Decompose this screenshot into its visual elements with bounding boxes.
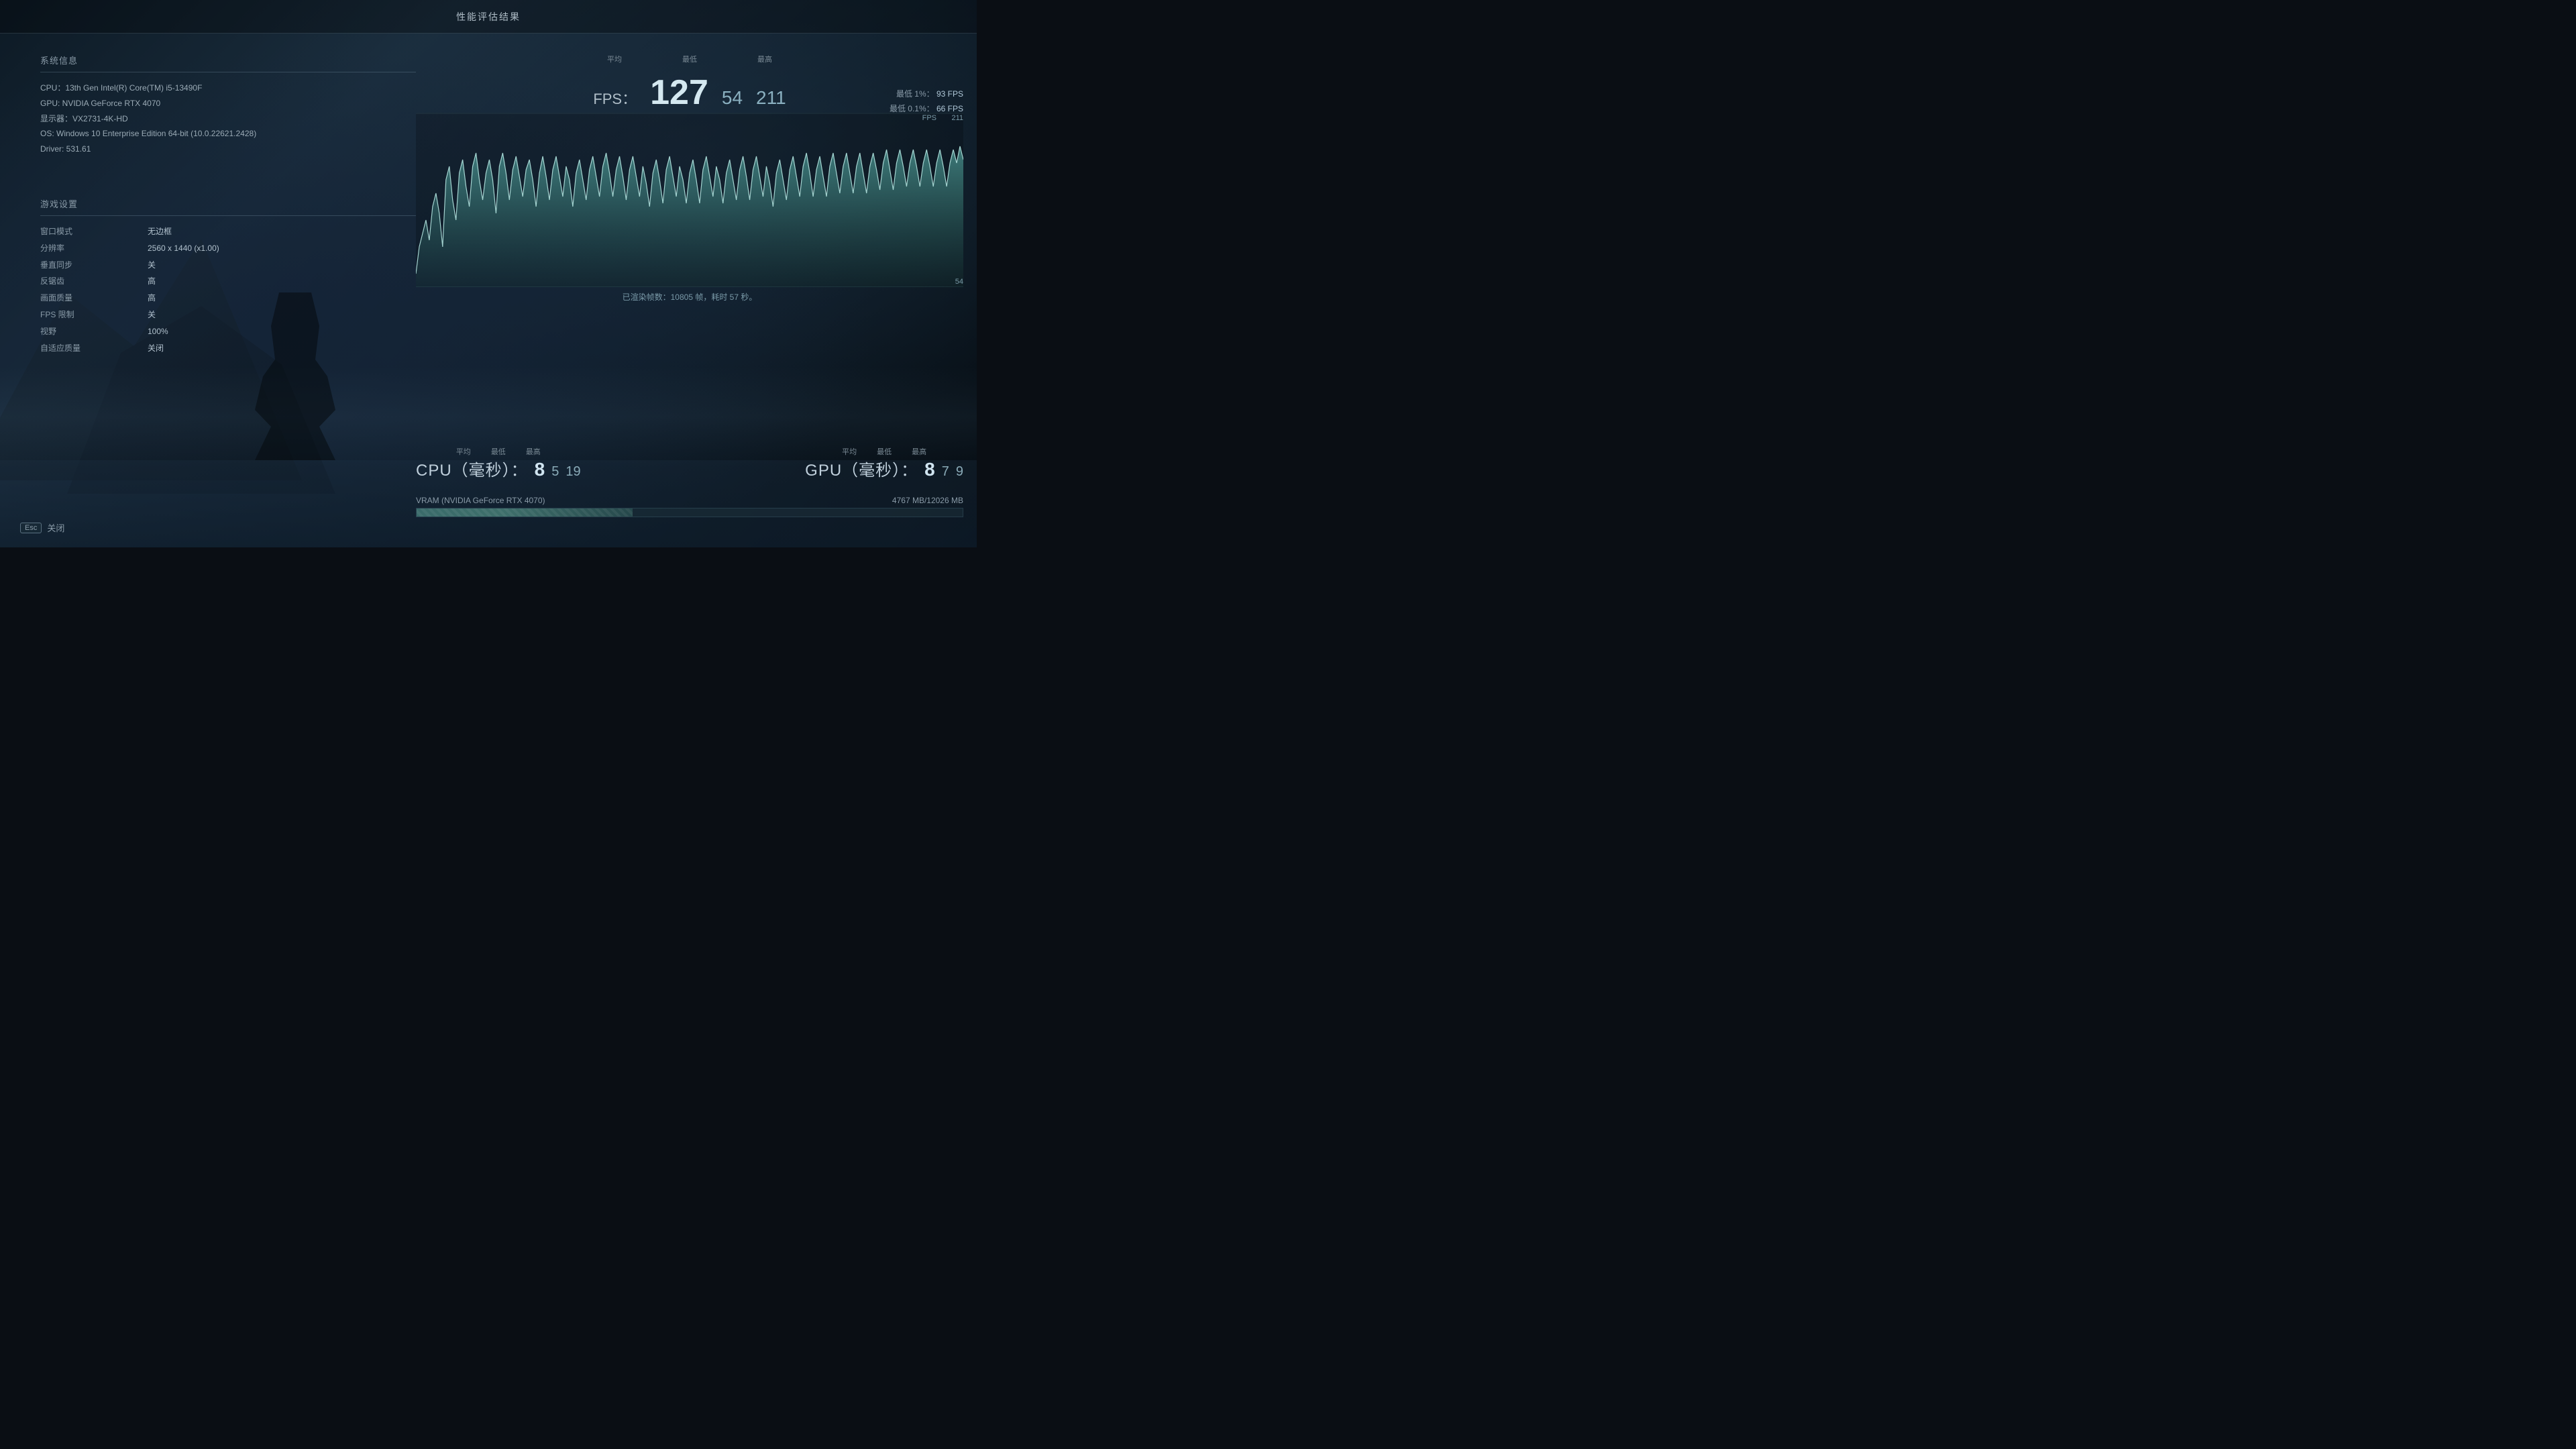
vram-bar-background bbox=[416, 508, 963, 517]
fov-label: 视野 bbox=[40, 324, 148, 339]
percentile-01-label: 最低 0.1%： bbox=[890, 104, 934, 113]
os-row: OS: Windows 10 Enterprise Edition 64-bit… bbox=[40, 126, 416, 142]
cpu-stats-header: 平均 最低 最高 bbox=[456, 446, 541, 457]
title-bar: 性能评估结果 bbox=[0, 0, 977, 34]
gpu-min: 7 bbox=[942, 464, 949, 480]
gpu-stats-header: 平均 最低 最高 bbox=[842, 446, 926, 457]
cpu-row: CPU：13th Gen Intel(R) Core(TM) i5-13490F bbox=[40, 80, 416, 96]
fps-chart: FPS 211 54 bbox=[416, 113, 963, 287]
gpu-max-label: 最高 bbox=[912, 446, 926, 457]
fps-avg: 127 bbox=[650, 75, 708, 110]
fps-chart-svg bbox=[416, 113, 963, 287]
gpu-min-label: 最低 bbox=[877, 446, 892, 457]
esc-key[interactable]: Esc bbox=[20, 523, 42, 533]
bottom-metrics: 平均 最低 最高 CPU（毫秒）： 8 5 19 平均 最低 最高 GPU（毫秒… bbox=[416, 446, 963, 480]
fps-main-display: FPS： 127 54 211 bbox=[416, 75, 963, 110]
aa-label: 反锯齿 bbox=[40, 274, 148, 289]
cpu-min: 5 bbox=[551, 464, 559, 480]
vram-header: VRAM (NVIDIA GeForce RTX 4070) 4767 MB/1… bbox=[416, 496, 963, 505]
vram-section: VRAM (NVIDIA GeForce RTX 4070) 4767 MB/1… bbox=[416, 496, 963, 517]
resolution-label: 分辨率 bbox=[40, 241, 148, 256]
gpu-metric-block: GPU（毫秒）： 8 7 9 bbox=[805, 457, 963, 480]
fov-value: 100% bbox=[148, 324, 416, 339]
driver-row: Driver: 531.61 bbox=[40, 142, 416, 157]
fps-header-labels: 平均 最低 最高 bbox=[416, 54, 963, 64]
min-label: 最低 bbox=[682, 54, 697, 64]
gpu-max: 9 bbox=[956, 464, 963, 480]
gpu-row: GPU: NVIDIA GeForce RTX 4070 bbox=[40, 96, 416, 111]
left-panel: 系统信息 CPU：13th Gen Intel(R) Core(TM) i5-1… bbox=[40, 54, 416, 356]
fps-label: FPS： bbox=[593, 87, 637, 109]
right-panel: 平均 最低 最高 FPS： 127 54 211 FPS 211 54 bbox=[416, 54, 963, 303]
gpu-metrics: 平均 最低 最高 GPU（毫秒）： 8 7 9 bbox=[805, 446, 963, 480]
percentile-1-row: 最低 1%： 93 FPS bbox=[890, 87, 963, 102]
settings-section: 游戏设置 窗口模式 无边框 分辨率 2560 x 1440 (x1.00) 垂直… bbox=[40, 197, 416, 356]
gpu-label: GPU（毫秒）： bbox=[805, 457, 918, 480]
adaptive-quality-value: 关闭 bbox=[148, 341, 416, 356]
vsync-value: 关 bbox=[148, 258, 416, 273]
vram-bar-stripes bbox=[417, 508, 633, 517]
cpu-avg-label: 平均 bbox=[456, 446, 471, 457]
fps-max: 211 bbox=[756, 87, 786, 109]
percentile-1-value: 93 FPS bbox=[936, 89, 963, 99]
cpu-max-label: 最高 bbox=[526, 446, 541, 457]
page-title: 性能评估结果 bbox=[456, 10, 521, 23]
cpu-metric-block: CPU（毫秒）： 8 5 19 bbox=[416, 457, 581, 480]
render-info: 已渲染帧数：10805 帧，耗时 57 秒。 bbox=[416, 291, 963, 303]
quality-label: 画面质量 bbox=[40, 290, 148, 306]
cpu-avg: 8 bbox=[535, 459, 545, 480]
aa-value: 高 bbox=[148, 274, 416, 289]
ui-overlay: 性能评估结果 系统信息 CPU：13th Gen Intel(R) Core(T… bbox=[0, 0, 977, 547]
gpu-avg-label: 平均 bbox=[842, 446, 857, 457]
max-label: 最高 bbox=[757, 54, 772, 64]
cpu-label: CPU（毫秒）： bbox=[416, 457, 528, 480]
avg-label: 平均 bbox=[607, 54, 622, 64]
settings-grid: 窗口模式 无边框 分辨率 2560 x 1440 (x1.00) 垂直同步 关 … bbox=[40, 224, 416, 356]
game-settings-title: 游戏设置 bbox=[40, 197, 416, 216]
cpu-info: CPU：13th Gen Intel(R) Core(TM) i5-13490F… bbox=[40, 80, 416, 157]
resolution-value: 2560 x 1440 (x1.00) bbox=[148, 241, 416, 256]
system-info-title: 系统信息 bbox=[40, 54, 416, 72]
cpu-min-label: 最低 bbox=[491, 446, 506, 457]
vram-value: 4767 MB/12026 MB bbox=[892, 496, 963, 505]
fps-limit-value: 关 bbox=[148, 307, 416, 323]
percentile-01-value: 66 FPS bbox=[936, 104, 963, 113]
fps-chart-min-label: 54 bbox=[955, 278, 963, 286]
display-row: 显示器：VX2731-4K-HD bbox=[40, 111, 416, 127]
vram-label: VRAM (NVIDIA GeForce RTX 4070) bbox=[416, 496, 545, 505]
percentile-stats: 最低 1%： 93 FPS 最低 0.1%： 66 FPS bbox=[890, 87, 963, 116]
window-mode-value: 无边框 bbox=[148, 224, 416, 239]
adaptive-quality-label: 自适应质量 bbox=[40, 341, 148, 356]
close-button[interactable]: Esc 关闭 bbox=[20, 521, 64, 534]
gpu-avg: 8 bbox=[924, 459, 935, 480]
close-label: 关闭 bbox=[47, 521, 64, 534]
fps-min: 54 bbox=[722, 87, 743, 109]
window-mode-label: 窗口模式 bbox=[40, 224, 148, 239]
quality-value: 高 bbox=[148, 290, 416, 306]
vsync-label: 垂直同步 bbox=[40, 258, 148, 273]
percentile-1-label: 最低 1%： bbox=[896, 89, 934, 99]
vram-bar-fill bbox=[417, 508, 633, 517]
fps-limit-label: FPS 限制 bbox=[40, 307, 148, 323]
percentile-01-row: 最低 0.1%： 66 FPS bbox=[890, 102, 963, 117]
cpu-max: 19 bbox=[566, 464, 580, 480]
cpu-metrics: 平均 最低 最高 CPU（毫秒）： 8 5 19 bbox=[416, 446, 581, 480]
